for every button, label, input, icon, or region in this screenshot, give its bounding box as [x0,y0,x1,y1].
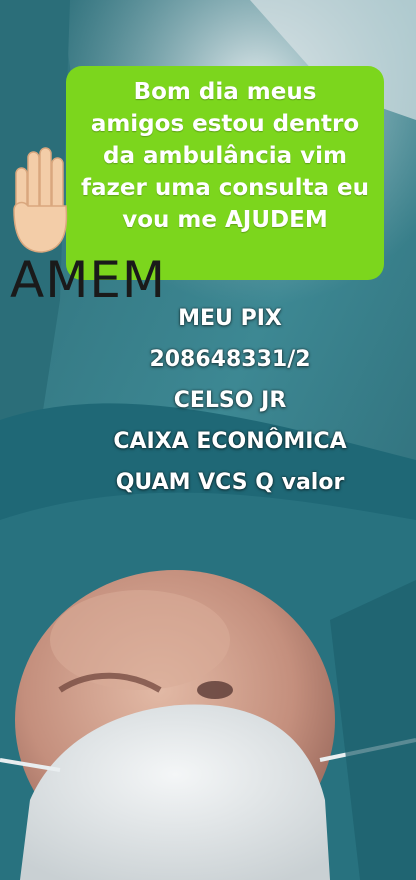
pix-line: 208648331/2 [149,347,311,372]
caption-line: da ambulância vim [103,143,347,169]
pix-info: MEU PIX 208648331/2 CELSO JR CAIXA ECONÔ… [80,298,380,503]
pix-line: QUAM VCS Q valor [115,470,345,495]
caption-line: Bom dia meus [133,79,317,105]
caption-line: fazer uma consulta eu [81,175,369,201]
pix-line: CAIXA ECONÔMICA [113,429,347,454]
caption-box: Bom dia meus amigos estou dentro da ambu… [66,66,384,280]
caption-line: vou me AJUDEM [122,207,328,233]
video-frame: Bom dia meus amigos estou dentro da ambu… [0,0,416,880]
pix-line: MEU PIX [178,306,282,331]
raised-hand-icon [13,147,68,253]
caption-line: amigos estou dentro [90,111,360,137]
pix-line: CELSO JR [173,388,287,413]
